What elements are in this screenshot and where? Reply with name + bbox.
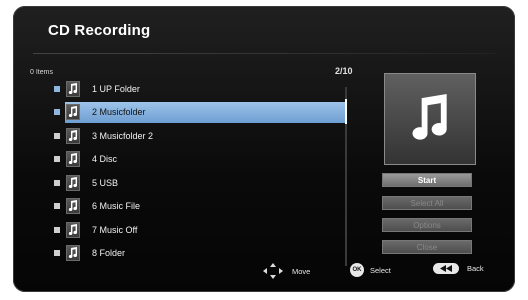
item-checkbox[interactable] — [54, 156, 60, 163]
list-item-label: 6 Music File — [92, 201, 141, 212]
music-note-icon — [66, 127, 80, 144]
list-item-label: 3 Musicfolder 2 — [92, 130, 154, 141]
list-item[interactable]: 4 Disc — [33, 148, 345, 172]
item-checkbox[interactable] — [54, 132, 60, 139]
item-checkbox[interactable] — [54, 226, 60, 233]
page-title: CD Recording — [48, 22, 151, 39]
title-divider — [33, 53, 495, 54]
move-hint-label: Move — [292, 266, 311, 276]
list-item[interactable]: 5 USB — [33, 171, 345, 195]
item-checkbox[interactable] — [54, 203, 60, 210]
music-note-icon — [66, 80, 80, 97]
music-note-icon — [412, 94, 447, 140]
start-button[interactable]: Start — [382, 173, 472, 187]
item-checkbox[interactable] — [54, 179, 60, 186]
item-checkbox[interactable] — [54, 109, 60, 116]
select-hint: OK Select — [350, 263, 391, 277]
list-item[interactable]: 1 UP Folder — [33, 77, 345, 101]
options-button[interactable]: Options — [382, 218, 472, 232]
scrollbar-thumb[interactable] — [345, 99, 347, 124]
item-checkbox[interactable] — [54, 85, 60, 92]
list-item[interactable]: 7 Music Off — [33, 218, 345, 242]
move-hint: Move — [262, 263, 310, 279]
item-checkbox[interactable] — [54, 250, 60, 257]
music-note-icon — [66, 174, 80, 191]
rewind-button-icon — [433, 263, 459, 274]
list-item[interactable]: 8 Folder — [33, 242, 345, 266]
list-item-selected[interactable]: 2 Musicfolder — [33, 101, 345, 125]
album-art-preview — [384, 73, 476, 165]
music-note-icon — [66, 221, 80, 238]
back-hint: Back — [433, 263, 484, 274]
list-item-label: 7 Music Off — [92, 224, 138, 235]
music-note-icon — [66, 151, 80, 168]
select-all-button[interactable]: Select All — [382, 196, 472, 210]
select-hint-label: Select — [370, 265, 391, 275]
dpad-icon — [263, 263, 283, 279]
music-note-icon — [66, 104, 80, 121]
list-item[interactable]: 6 Music File — [33, 195, 345, 219]
file-list: 1 UP Folder 2 Musicfolder 3 Musicfolder … — [33, 77, 345, 265]
list-item-label: 5 USB — [92, 177, 119, 188]
item-count-label: 0 Items — [30, 69, 53, 76]
list-item-label: 1 UP Folder — [92, 83, 140, 94]
list-item-label: 8 Folder — [92, 248, 126, 259]
page-indicator: 2/10 — [335, 66, 353, 76]
list-item-label: 2 Musicfolder — [92, 107, 146, 118]
music-note-icon — [66, 245, 80, 262]
music-note-icon — [66, 198, 80, 215]
close-button[interactable]: Close — [382, 240, 472, 254]
back-hint-label: Back — [467, 264, 484, 273]
list-item-label: 4 Disc — [92, 154, 118, 165]
ok-button-icon: OK — [350, 263, 364, 277]
list-item[interactable]: 3 Musicfolder 2 — [33, 124, 345, 148]
